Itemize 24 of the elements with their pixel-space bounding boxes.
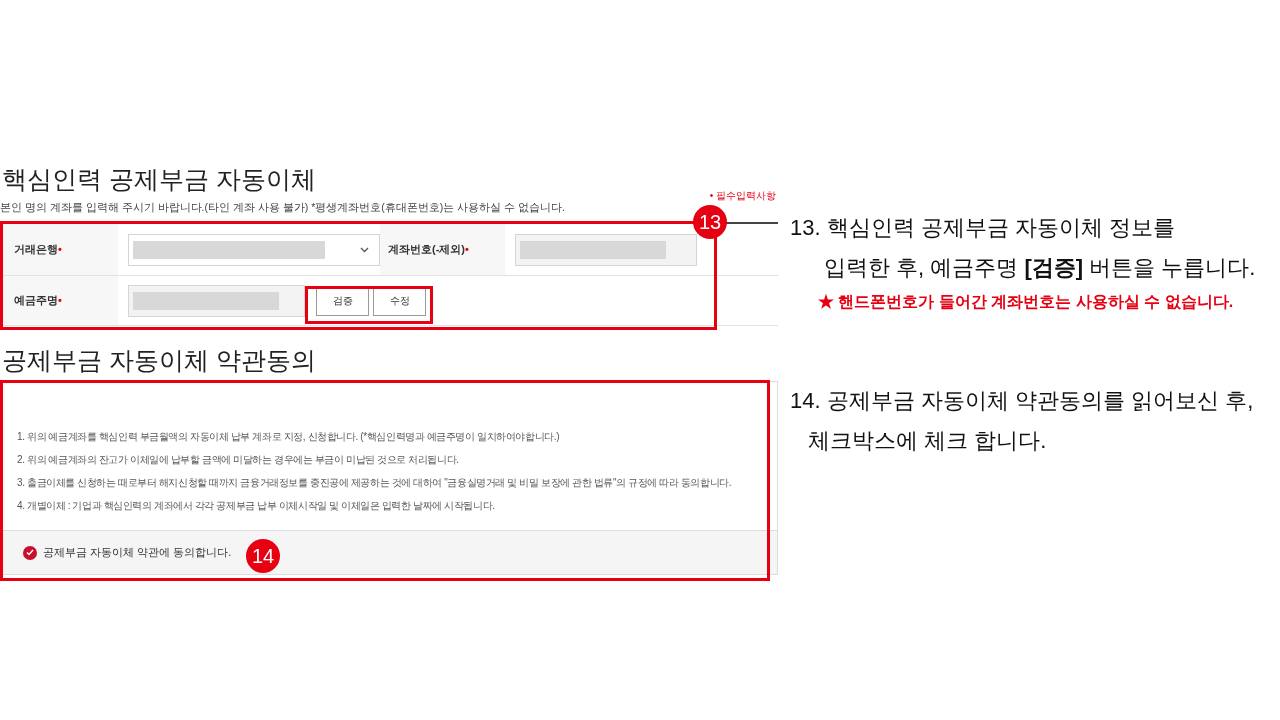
field-label: 거래은행• [14, 242, 62, 258]
step-badge: 13 [693, 205, 727, 239]
field-label: 계좌번호(-제외)• [388, 242, 469, 258]
field-label: 예금주명• [14, 293, 62, 309]
dropdown-field[interactable] [128, 233, 380, 266]
instruction-text: 체크박스에 체크 합니다. [807, 427, 1048, 455]
instruction-text: 14. 공제부금 자동이체 약관동의를 읽어보신 후, [789, 387, 1254, 415]
chevron-down-icon [360, 246, 369, 253]
input-field[interactable] [128, 284, 305, 317]
instruction-text: 입력한 후, 예금주명 [검증] 버튼을 누릅니다. [823, 254, 1256, 282]
terms-text: 2. 위의 예금계좌의 잔고가 이체일에 납부할 금액에 미달하는 경우에는 부금이 미납된 것으로 처리됩니다. [17, 453, 460, 467]
section-title: 핵심인력 공제부금 자동이체 [1, 164, 316, 195]
checkbox[interactable] [23, 545, 37, 560]
checkbox-label: 공제부금 자동이체 약관에 동의합니다. [43, 545, 232, 561]
input-field[interactable] [515, 233, 697, 266]
terms-text: 1. 위의 예금계좌를 핵심인력 부금월액의 자동이체 납부 계좌로 지정, 신청합니다. (*핵심인력명과 예금주명이 일치하여야합니다.) [17, 430, 561, 444]
instruction-text: 13. 핵심인력 공제부금 자동이체 정보를 [789, 214, 1177, 242]
terms-text: 4. 개별이체 : 기업과 핵심인력의 계좌에서 각각 공제부금 납부 이체시작일 및 이체일은 입력한 날짜에 시작됩니다. [17, 499, 496, 513]
required-note: • 필수입력사항 [709, 189, 776, 203]
check-icon [26, 549, 34, 556]
section-title: 공제부금 자동이체 약관동의 [1, 345, 316, 376]
notice-text: 본인 명의 계좌를 입력해 주시기 바랍니다.(타인 계좌 사용 불가) *평생계좌번호(휴대폰번호)는 사용하실 수 없습니다. [0, 200, 565, 216]
terms-text: 3. 출금이체를 신청하는 때로부터 해지신청할 때까지 금융거래정보를 중진공에 제공하는 것에 대하여 "금융실명거래 및 비밀 보장에 관한 법류"의 규정에 따라 동의합니다. [17, 476, 733, 490]
warning-note: ★ 핸드폰번호가 들어간 계좌번호는 사용하실 수 없습니다. [817, 292, 1235, 312]
